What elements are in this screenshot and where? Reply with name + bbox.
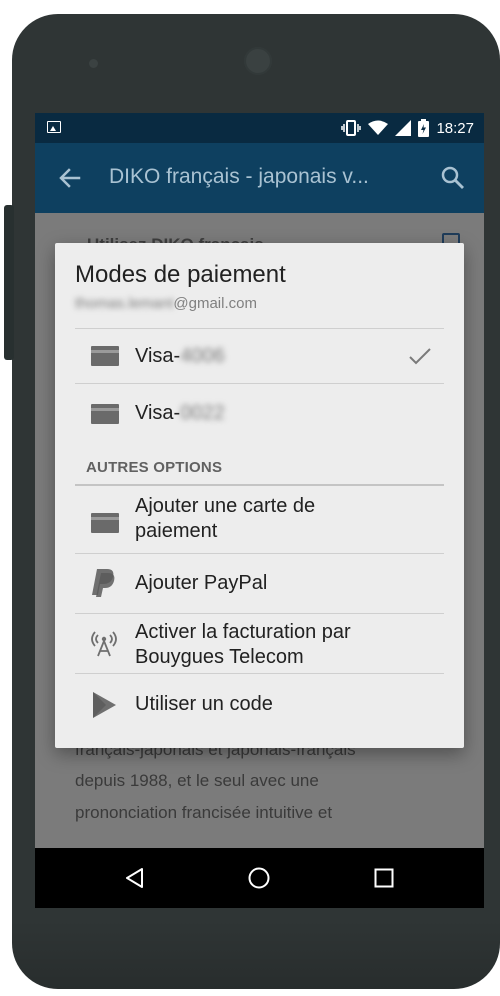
add-card-option[interactable]: Ajouter une carte de paiement: [55, 486, 464, 553]
navigation-bar: [35, 848, 484, 908]
back-triangle-icon[interactable]: [123, 866, 147, 890]
credit-card-icon: [91, 346, 119, 366]
redeem-code-option[interactable]: Utiliser un code: [55, 674, 464, 734]
add-card-label: Ajouter une carte de paiement: [135, 495, 316, 542]
image-icon: [47, 121, 61, 133]
payment-card-row-2[interactable]: Visa-0022: [55, 384, 464, 443]
paypal-icon: [92, 569, 115, 597]
vibrate-icon: [341, 120, 362, 136]
status-time: 18:27: [436, 119, 474, 137]
status-bar: 18:27: [35, 113, 484, 143]
phone-sensor: [89, 59, 98, 68]
other-options-heading: AUTRES OPTIONS: [86, 459, 223, 476]
add-paypal-label: Ajouter PayPal: [135, 572, 268, 594]
recents-square-icon[interactable]: [372, 866, 396, 890]
phone-camera: [244, 47, 272, 75]
home-circle-icon[interactable]: [247, 866, 271, 890]
app-title: DIKO français - japonais v...: [109, 165, 369, 188]
status-icons: 18:27: [341, 113, 474, 143]
phone-side-button: [4, 205, 14, 360]
credit-card-icon: [91, 513, 119, 533]
background-line-2: depuis 1988, et le seul avec une: [75, 771, 319, 790]
payment-card-row-1[interactable]: Visa-4006: [55, 329, 464, 383]
play-store-icon: [93, 692, 116, 718]
dialog-title: Modes de paiement: [75, 261, 286, 288]
carrier-billing-option[interactable]: Activer la facturation par Bouygues Tele…: [55, 614, 464, 673]
check-icon: [409, 348, 431, 365]
redeem-code-label: Utiliser un code: [135, 693, 273, 715]
signal-icon: [395, 120, 412, 136]
email-username-blurred: thomas.lemant: [75, 295, 174, 312]
search-icon[interactable]: [440, 165, 466, 191]
wifi-icon: [368, 120, 389, 135]
credit-card-icon: [91, 404, 119, 424]
card-label-1: Visa-4006: [135, 345, 225, 367]
action-bar: DIKO français - japonais v...: [35, 143, 484, 213]
account-email: thomas.lemant@gmail.com: [75, 295, 257, 312]
background-line-3: prononciation francisée intuitive et: [75, 803, 333, 822]
back-arrow-icon[interactable]: [57, 165, 83, 191]
add-paypal-option[interactable]: Ajouter PayPal: [55, 554, 464, 613]
email-domain: @gmail.com: [173, 295, 257, 312]
phone-shadow: [12, 919, 500, 989]
battery-charging-icon: [418, 119, 430, 137]
carrier-billing-label: Activer la facturation par Bouygues Tele…: [135, 621, 351, 668]
carrier-billing-icon: [91, 631, 117, 657]
screen: 18:27 DIKO français - japonais v... Util…: [35, 113, 484, 908]
card-label-2: Visa-0022: [135, 402, 225, 424]
payment-methods-dialog: Modes de paiement thomas.lemant@gmail.co…: [55, 243, 464, 748]
